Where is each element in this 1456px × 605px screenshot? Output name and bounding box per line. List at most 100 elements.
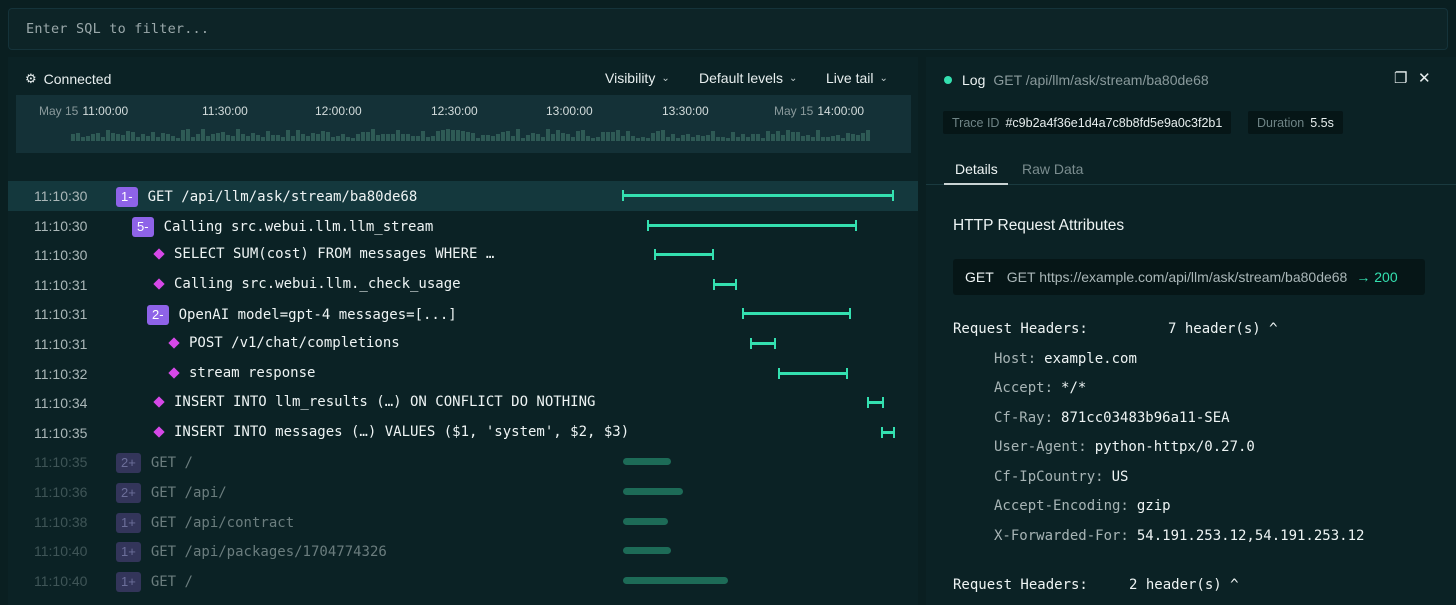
span-row[interactable]: 11:10:31 Calling src.webui.llm._check_us… <box>8 270 918 300</box>
span-count-badge[interactable]: 5- <box>132 217 154 237</box>
span-time: 11:10:30 <box>34 188 87 204</box>
timeline-tick: May 1514:00:00 <box>774 104 864 118</box>
histogram-bar <box>351 138 355 141</box>
span-count-badge[interactable]: 2- <box>147 305 169 325</box>
histogram-bar <box>411 136 415 141</box>
tab-details[interactable]: Details <box>955 161 998 177</box>
sql-filter-input[interactable] <box>9 9 1447 49</box>
histogram-bar <box>226 135 230 141</box>
histogram-bar <box>646 138 650 141</box>
log-diamond-icon <box>153 249 164 260</box>
histogram-bar <box>456 130 460 141</box>
span-duration-bar <box>623 547 671 554</box>
timeline-tick: 12:00:00 <box>311 104 362 118</box>
copy-icon[interactable]: ❐ <box>1394 69 1407 87</box>
log-diamond-icon <box>168 367 179 378</box>
histogram-bar <box>381 134 385 141</box>
trace-id-chip[interactable]: Trace ID #c9b2a4f36e1d4a7c8b8fd5e9a0c3f2… <box>943 111 1231 134</box>
span-label: 1- GET /api/llm/ask/stream/ba80de68 <box>116 187 417 207</box>
span-row[interactable]: 11:10:30 5- Calling src.webui.llm.llm_st… <box>8 211 918 241</box>
visibility-dropdown[interactable]: Visibility ⌄ <box>605 70 670 86</box>
histogram-bar <box>591 138 595 141</box>
histogram-bar <box>786 130 790 141</box>
histogram-bar <box>781 135 785 141</box>
histogram-bar <box>736 137 740 141</box>
header-entry: X-Forwarded-For:54.191.253.12,54.191.253… <box>994 528 1364 544</box>
histogram-bar <box>671 134 675 141</box>
trace-row[interactable]: 11:10:40 1+ GET /api/packages/1704774326 <box>8 536 918 566</box>
span-count-badge[interactable]: 1+ <box>116 572 141 592</box>
histogram-bar <box>186 129 190 141</box>
span-row[interactable]: 11:10:30 1- GET /api/llm/ask/stream/ba80… <box>8 181 918 211</box>
close-icon[interactable]: ✕ <box>1418 69 1431 87</box>
span-duration-bar <box>778 372 848 375</box>
histogram-bar <box>761 138 765 141</box>
request-headers-label: Request Headers: <box>953 321 1088 337</box>
histogram-bar <box>386 134 390 141</box>
histogram-bar <box>146 136 150 141</box>
histogram-bar <box>731 132 735 141</box>
histogram-bar <box>211 134 215 141</box>
span-row[interactable]: 11:10:30 SELECT SUM(cost) FROM messages … <box>8 240 918 270</box>
trace-toolbar: ⚙ Connected Visibility ⌄ Default levels … <box>8 57 918 95</box>
timeline-histogram[interactable]: May 1511:00:00 11:30:00 12:00:00 12:30:0… <box>16 95 911 153</box>
histogram-bar <box>311 133 315 141</box>
visibility-label: Visibility <box>605 70 655 86</box>
span-label: INSERT INTO llm_results (…) ON CONFLICT … <box>152 394 595 410</box>
histogram-bar <box>196 134 200 141</box>
histogram-bar <box>816 130 820 141</box>
histogram-bar <box>721 137 725 141</box>
trace-row[interactable]: 11:10:35 2+ GET / <box>8 447 918 477</box>
histogram-bar <box>71 134 75 141</box>
request-headers-label: Request Headers: <box>953 577 1088 593</box>
span-row[interactable]: 11:10:31 POST /v1/chat/completions <box>8 329 918 359</box>
span-name: GET /api/packages/1704774326 <box>151 544 387 560</box>
histogram-bar <box>86 136 90 141</box>
span-row[interactable]: 11:10:35 INSERT INTO messages (…) VALUES… <box>8 418 918 448</box>
detail-header: Log GET /api/llm/ask/stream/ba80de68 <box>944 72 1209 88</box>
sql-filter-bar <box>8 8 1448 50</box>
timeline-tick: 13:30:00 <box>658 104 709 118</box>
request-headers-count: 7 header(s) ^ <box>1168 321 1278 337</box>
histogram-bar <box>421 131 425 141</box>
histogram-bar <box>516 129 520 141</box>
histogram-bar <box>441 130 445 141</box>
span-name: stream response <box>189 365 315 381</box>
span-time: 11:10:38 <box>34 514 87 530</box>
histogram-bar <box>321 131 325 141</box>
histogram-bar <box>336 136 340 141</box>
span-row[interactable]: 11:10:34 INSERT INTO llm_results (…) ON … <box>8 388 918 418</box>
histogram-bar <box>306 136 310 141</box>
histogram-bar <box>751 134 755 141</box>
span-count-badge[interactable]: 1- <box>116 187 138 207</box>
histogram-bar <box>596 137 600 141</box>
histogram-bar <box>246 136 250 141</box>
live-tail-dropdown[interactable]: Live tail ⌄ <box>826 70 888 86</box>
histogram-bar <box>136 137 140 141</box>
span-row[interactable]: 11:10:31 2- OpenAI model=gpt-4 messages=… <box>8 299 918 329</box>
chevron-down-icon: ⌄ <box>661 73 669 84</box>
span-row[interactable]: 11:10:32 stream response <box>8 359 918 389</box>
tab-raw-data[interactable]: Raw Data <box>1022 161 1083 177</box>
span-count-badge[interactable]: 1+ <box>116 513 141 533</box>
span-time: 11:10:40 <box>34 573 87 589</box>
trace-row[interactable]: 11:10:36 2+ GET /api/ <box>8 477 918 507</box>
histogram-bar <box>296 130 300 141</box>
span-count-badge[interactable]: 2+ <box>116 453 141 473</box>
span-duration-bar <box>881 431 895 434</box>
active-tab-indicator <box>944 183 1008 185</box>
histogram-bar <box>476 138 480 141</box>
histogram-bar <box>96 133 100 141</box>
trace-row[interactable]: 11:10:38 1+ GET /api/contract <box>8 507 918 537</box>
trace-row[interactable]: 11:10:40 1+ GET / <box>8 566 918 596</box>
span-name: INSERT INTO messages (…) VALUES ($1, 'sy… <box>174 424 629 440</box>
histogram-bar <box>416 136 420 141</box>
span-count-badge[interactable]: 2+ <box>116 483 141 503</box>
histogram-bar <box>641 137 645 141</box>
levels-dropdown[interactable]: Default levels ⌄ <box>699 70 797 86</box>
request-headers-toggle-2[interactable]: Request Headers: 2 header(s) ^ <box>953 577 1088 593</box>
span-count-badge[interactable]: 1+ <box>116 542 141 562</box>
request-headers-toggle[interactable]: Request Headers: 7 header(s) ^ <box>953 321 1088 337</box>
histogram-bar <box>486 135 490 141</box>
histogram-bar <box>436 131 440 141</box>
